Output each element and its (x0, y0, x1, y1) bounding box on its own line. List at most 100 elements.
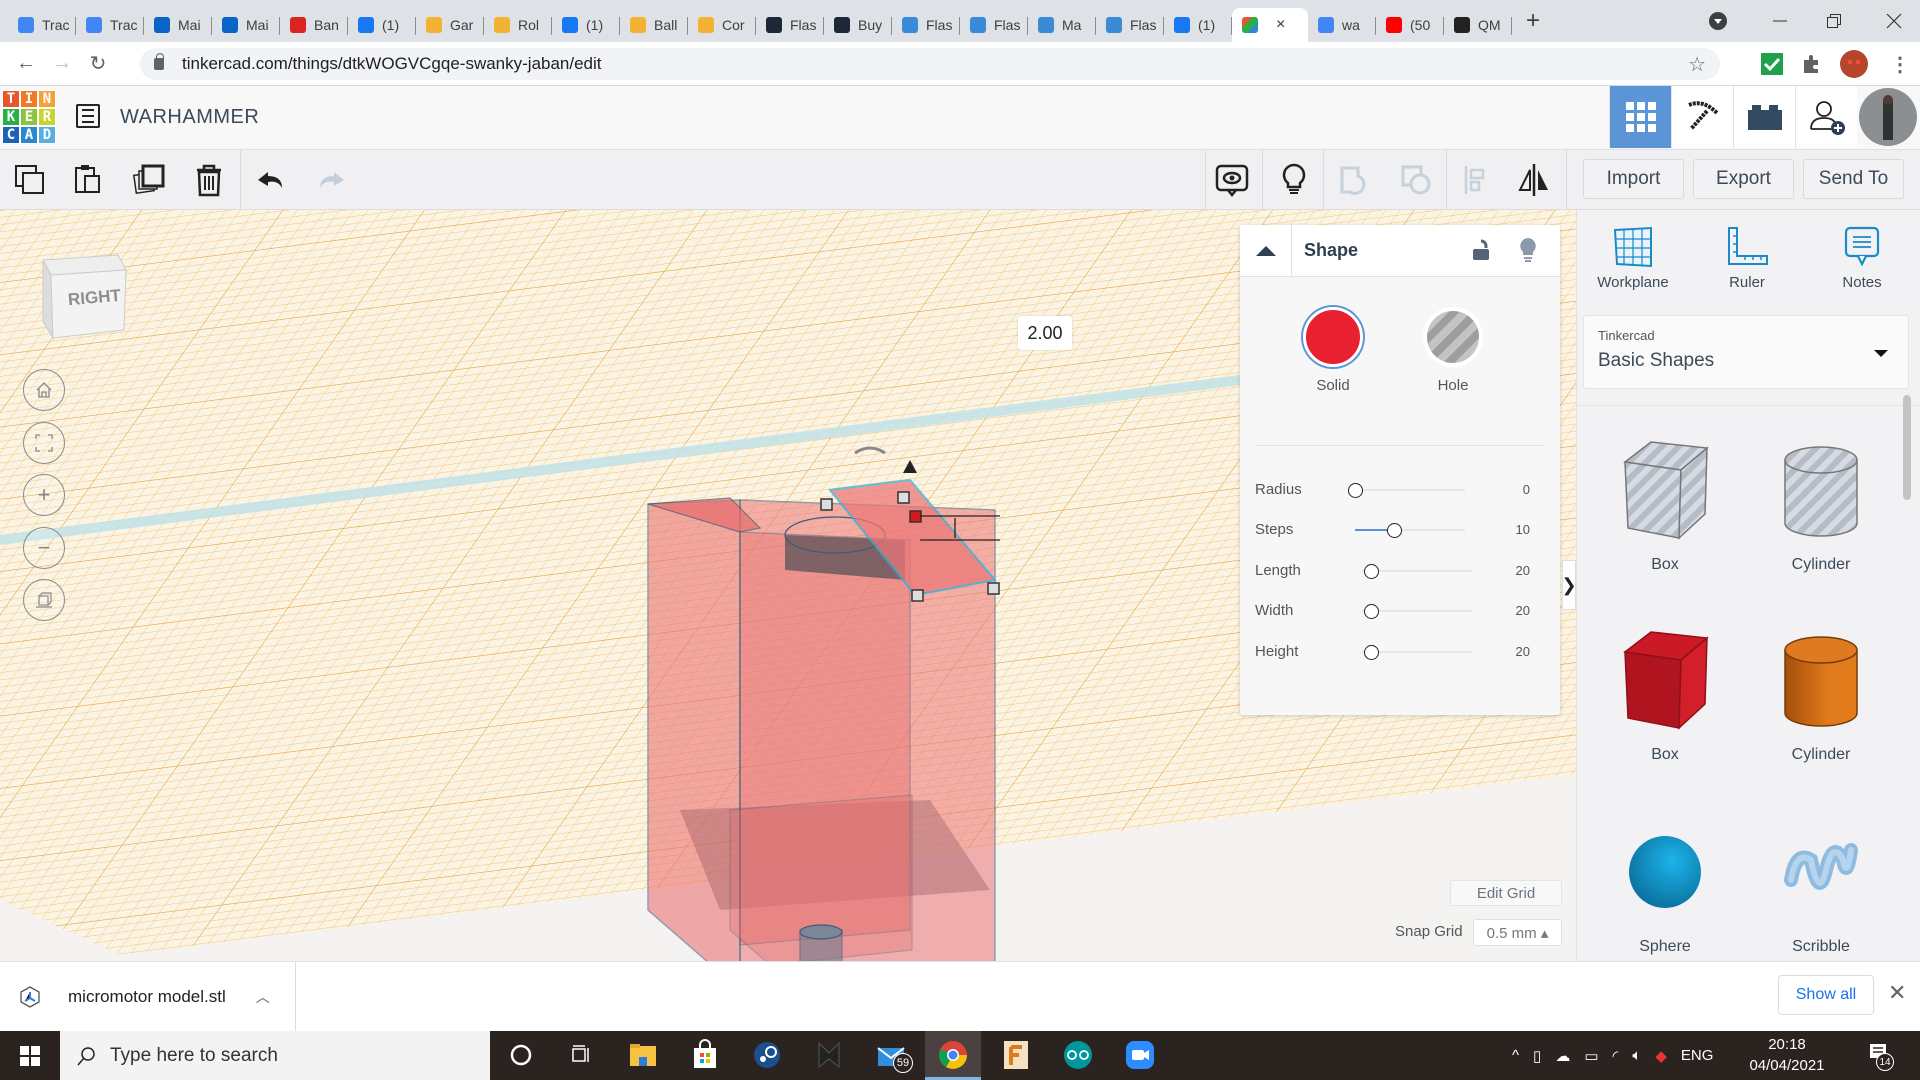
meet-now-icon[interactable]: ▯ (1533, 1047, 1541, 1065)
property-value[interactable]: 20 (1516, 644, 1530, 659)
show-hidden-icons-button[interactable]: ^ (1512, 1047, 1519, 1064)
view-cube[interactable]: RIGHT (38, 250, 128, 340)
invite-user-button[interactable] (1795, 86, 1857, 148)
task-view-icon[interactable] (565, 1039, 597, 1071)
tinkercad-logo[interactable]: TINKERCAD (2, 90, 56, 144)
perspective-toggle-button[interactable] (23, 579, 65, 621)
hole-swatch[interactable] (1423, 307, 1483, 367)
duplicate-icon[interactable] (131, 162, 167, 198)
browser-tab[interactable]: Flas (1096, 8, 1164, 42)
home-view-button[interactable] (23, 369, 65, 411)
selected-model[interactable] (647, 446, 1000, 961)
shape-scribble[interactable]: Scribble (1751, 820, 1891, 956)
browser-tab[interactable]: Rol (484, 8, 552, 42)
zoom-in-button[interactable]: + (23, 474, 65, 516)
browser-tab[interactable]: Ban (280, 8, 348, 42)
shape-sphere[interactable]: Sphere (1595, 820, 1735, 956)
reload-button[interactable]: ↻ (80, 51, 116, 76)
height-handle[interactable] (909, 510, 922, 523)
resize-handle[interactable] (987, 582, 1000, 595)
property-slider-knob[interactable] (1363, 604, 1379, 619)
browser-tab[interactable]: Flas (960, 8, 1028, 42)
sidebar-scrollbar[interactable] (1903, 395, 1911, 500)
edit-grid-button[interactable]: Edit Grid (1450, 880, 1562, 906)
zoom-out-button[interactable]: − (23, 527, 65, 569)
hole-option[interactable]: Hole (1413, 307, 1493, 394)
mirror-icon[interactable] (1516, 162, 1552, 198)
back-button[interactable]: ← (8, 52, 44, 75)
onedrive-icon[interactable]: ☁ (1555, 1047, 1570, 1065)
wifi-icon[interactable]: ◜ (1613, 1047, 1619, 1065)
browser-tab[interactable]: Buy (824, 8, 892, 42)
mail-app[interactable]: 59 (875, 1039, 913, 1076)
dropbox-icon[interactable]: ◆ (1655, 1047, 1667, 1065)
cortana-icon[interactable] (505, 1039, 537, 1071)
microsoft-store-icon[interactable] (689, 1039, 721, 1071)
tab-tinkercad-active[interactable]: × (1232, 8, 1308, 42)
delete-trash-icon[interactable] (191, 162, 227, 198)
browser-tab[interactable]: (50 (1376, 8, 1444, 42)
align-icon[interactable] (1460, 162, 1496, 198)
solid-color-swatch[interactable] (1303, 307, 1363, 367)
export-button[interactable]: Export (1693, 159, 1794, 199)
workplane-tool[interactable]: Workplane (1583, 226, 1683, 291)
browser-tab[interactable]: Trac (8, 8, 76, 42)
battery-icon[interactable]: ▭ (1584, 1047, 1598, 1065)
close-download-bar-button[interactable]: ✕ (1888, 980, 1906, 1006)
show-all-downloads-button[interactable]: Show all (1778, 975, 1874, 1015)
browser-tab[interactable]: Ma (1028, 8, 1096, 42)
shape-cylinder-hole[interactable]: Cylinder (1751, 438, 1891, 574)
browser-tab[interactable]: QM (1444, 8, 1512, 42)
browser-menu-icon[interactable]: ⋮ (1890, 52, 1910, 77)
volume-icon[interactable]: 🔈︎ (1632, 1047, 1641, 1064)
shape-box-hole[interactable]: Box (1595, 438, 1735, 574)
property-slider-knob[interactable] (1386, 523, 1402, 538)
fusion-360-icon[interactable] (1000, 1039, 1032, 1071)
browser-tab[interactable]: Mai (144, 8, 212, 42)
resize-handle[interactable] (897, 491, 910, 504)
browser-tab[interactable]: Gar (416, 8, 484, 42)
browser-tab[interactable]: (1) (1164, 8, 1232, 42)
shape-library-select[interactable]: Tinkercad Basic Shapes (1583, 315, 1909, 389)
browser-tab[interactable]: Ball (620, 8, 688, 42)
bookmark-star-icon[interactable]: ☆ (1688, 52, 1706, 77)
property-slider-track[interactable] (1355, 489, 1465, 491)
property-slider-knob[interactable] (1363, 645, 1379, 660)
property-value[interactable]: 20 (1516, 563, 1530, 578)
import-button[interactable]: Import (1583, 159, 1684, 199)
taskbar-search-box[interactable]: Type here to search (60, 1031, 490, 1080)
property-value[interactable]: 20 (1516, 603, 1530, 618)
checkmark-extension-icon[interactable] (1760, 52, 1784, 76)
arduino-icon[interactable] (1062, 1039, 1094, 1071)
browser-tab[interactable]: (1) (348, 8, 416, 42)
browser-tab[interactable]: Cor (688, 8, 756, 42)
solid-option[interactable]: Solid (1293, 307, 1373, 394)
property-slider-knob[interactable] (1348, 483, 1363, 498)
shape-box-solid[interactable]: Box (1595, 628, 1735, 764)
lock-open-icon[interactable] (1472, 239, 1490, 261)
hide-lightbulb-icon[interactable] (1518, 237, 1538, 263)
collapse-inspector-button[interactable] (1240, 224, 1292, 277)
close-window-button[interactable] (1886, 0, 1902, 42)
chrome-app[interactable] (925, 1031, 981, 1080)
user-avatar[interactable] (1857, 86, 1919, 148)
language-indicator[interactable]: ENG (1681, 1047, 1714, 1064)
browser-tab[interactable]: Flas (892, 8, 960, 42)
minimize-button[interactable] (1772, 0, 1788, 42)
lego-view-button[interactable] (1733, 86, 1795, 148)
ungroup-icon[interactable] (1398, 162, 1434, 198)
steam-icon[interactable] (751, 1039, 783, 1071)
snap-grid-select[interactable]: 0.5 mm ▴ (1473, 919, 1562, 946)
property-value[interactable]: 0 (1523, 482, 1530, 497)
design-title[interactable]: WARHAMMER (120, 106, 259, 129)
paste-icon[interactable] (71, 162, 107, 198)
zoom-app-icon[interactable] (1124, 1039, 1156, 1071)
fit-view-button[interactable] (23, 422, 65, 464)
lightbulb-icon[interactable] (1276, 162, 1312, 198)
extensions-puzzle-icon[interactable] (1800, 52, 1824, 76)
group-icon[interactable] (1336, 162, 1372, 198)
notes-tool[interactable]: Notes (1812, 226, 1912, 291)
browser-tab[interactable]: Trac (76, 8, 144, 42)
ruler-tool[interactable]: Ruler (1697, 226, 1797, 291)
collapse-sidebar-button[interactable]: ❯ (1561, 560, 1577, 610)
